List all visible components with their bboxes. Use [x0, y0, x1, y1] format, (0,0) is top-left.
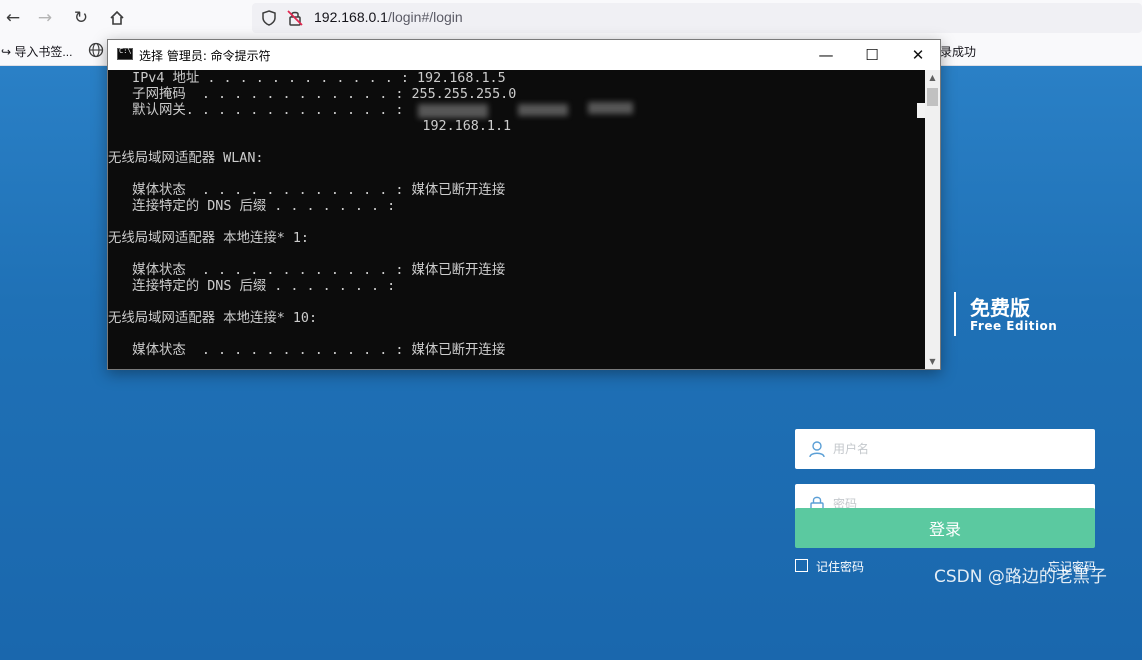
redaction-blur	[588, 102, 633, 114]
back-icon[interactable]: ←	[0, 6, 26, 30]
cmd-line: 连接特定的 DNS 后缀 . . . . . . . :	[108, 199, 396, 214]
cmd-titlebar[interactable]: 选择 管理员: 命令提示符 — ☐ ✕	[108, 40, 940, 70]
cmd-line: 媒体状态 . . . . . . . . . . . . : 媒体已断开连接	[108, 183, 506, 198]
insecure-lock-icon[interactable]	[286, 9, 304, 27]
cmd-line: 默认网关. . . . . . . . . . . . . :	[108, 103, 404, 118]
cmd-title: 选择 管理员: 命令提示符	[139, 49, 271, 63]
shield-icon[interactable]	[260, 9, 278, 27]
cmd-line: 无线局域网适配器 本地连接* 1:	[108, 231, 309, 246]
cmd-line: 无线局域网适配器 WLAN:	[108, 151, 264, 166]
cmd-icon	[117, 47, 133, 60]
scroll-thumb[interactable]	[927, 88, 938, 106]
bookmark-import-label: 导入书签...	[14, 45, 73, 59]
remember-label: 记住密码	[816, 560, 865, 574]
reload-icon[interactable]: ↻	[68, 6, 94, 30]
import-icon: ↪	[1, 45, 12, 59]
cmd-line: 媒体状态 . . . . . . . . . . . . : 媒体已断开连接	[108, 343, 506, 358]
remember-checkbox[interactable]	[795, 559, 808, 572]
forward-icon[interactable]: →	[32, 6, 58, 30]
redaction-blur	[518, 104, 568, 116]
globe-icon[interactable]	[88, 42, 104, 61]
scroll-up-icon[interactable]: ▲	[925, 70, 940, 85]
edition-cn: 免费版	[970, 296, 1030, 320]
login-button[interactable]: 登录	[795, 508, 1095, 548]
cmd-line: 连接特定的 DNS 后缀 . . . . . . . :	[108, 279, 396, 294]
cmd-line: 无线局域网适配器 本地连接* 10:	[108, 311, 318, 326]
url-text[interactable]: 192.168.0.1/login#/login	[314, 9, 463, 25]
edition-en: Free Edition	[970, 319, 1058, 333]
cmd-line: 媒体状态 . . . . . . . . . . . . : 媒体已断开连接	[108, 263, 506, 278]
cmd-window[interactable]: 选择 管理员: 命令提示符 — ☐ ✕ IPv4 地址 . . . . . . …	[107, 39, 941, 370]
browser-toolbar: ← → ↻ 192.168.0.1/login#/login	[0, 0, 1142, 36]
text-cursor	[917, 103, 925, 118]
username-input[interactable]	[833, 437, 1083, 461]
redaction-blur	[418, 104, 488, 118]
user-icon	[809, 441, 825, 458]
cmd-output[interactable]: IPv4 地址 . . . . . . . . . . . . : 192.16…	[108, 70, 925, 369]
url-path: /login#/login	[387, 9, 463, 25]
url-host: 192.168.0.1	[314, 9, 388, 25]
username-field[interactable]	[795, 429, 1095, 469]
minimize-icon[interactable]: —	[803, 40, 849, 70]
watermark: CSDN @路边的老黑子	[934, 567, 1107, 587]
scroll-down-icon[interactable]: ▼	[925, 354, 940, 369]
close-icon[interactable]: ✕	[895, 40, 941, 70]
maximize-icon[interactable]: ☐	[849, 40, 895, 70]
cmd-line: 192.168.1.1	[108, 119, 512, 134]
cmd-line: 子网掩码 . . . . . . . . . . . . : 255.255.2…	[108, 87, 517, 102]
home-icon[interactable]	[104, 6, 130, 30]
logo-divider	[954, 292, 956, 336]
cmd-scrollbar[interactable]: ▲ ▼	[925, 70, 940, 369]
bookmark-import[interactable]: ↪ 导入书签...	[1, 43, 72, 60]
bookmark-tail[interactable]: 录成功	[940, 43, 976, 60]
url-bar[interactable]: 192.168.0.1/login#/login	[252, 3, 1142, 33]
cmd-line: IPv4 地址 . . . . . . . . . . . . : 192.16…	[108, 71, 506, 86]
